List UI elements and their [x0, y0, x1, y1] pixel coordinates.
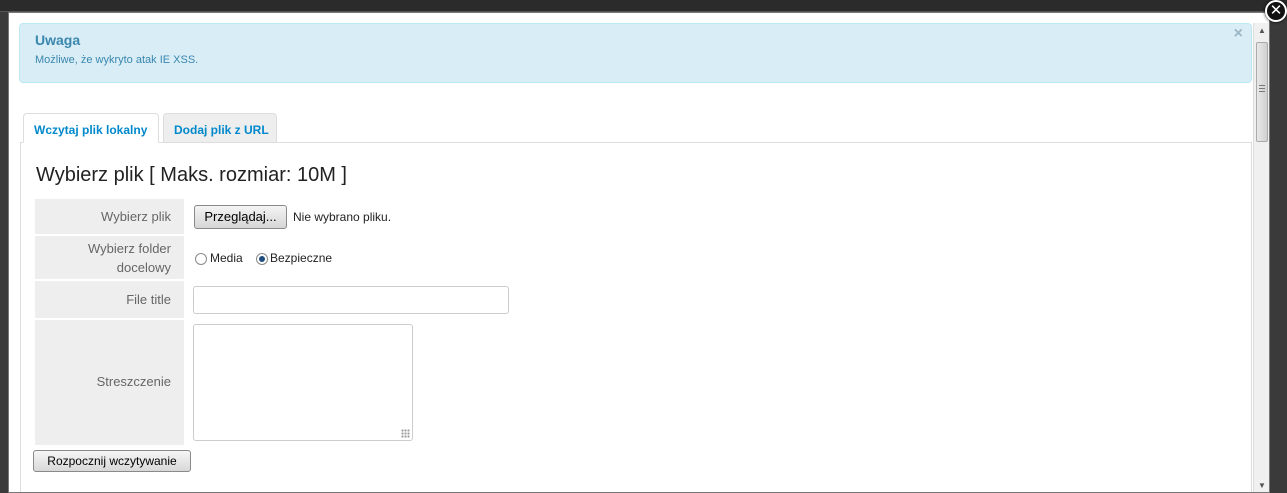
tab-local-file[interactable]: Wczytaj plik lokalny	[23, 113, 159, 143]
file-title-input[interactable]	[193, 286, 509, 314]
upload-dialog: Uwaga Możliwe, że wykryto atak IE XSS. ×…	[8, 12, 1270, 493]
scrollbar-thumb[interactable]	[1256, 42, 1268, 142]
file-label: Wybierz plik	[35, 199, 184, 235]
summary-textarea[interactable]	[193, 324, 413, 441]
folder-label-line1: Wybierz folder	[88, 241, 171, 256]
local-upload-panel: Wybierz plik [ Maks. rozmiar: 10M ] Wybi…	[20, 142, 1252, 492]
vertical-scrollbar[interactable]: ▲ ▼	[1253, 23, 1269, 492]
file-status: Nie wybrano pliku.	[293, 210, 392, 224]
alert-message: Możliwe, że wykryto atak IE XSS.	[35, 54, 199, 66]
resize-grip-icon[interactable]	[401, 429, 410, 438]
radio-media[interactable]	[195, 253, 207, 265]
close-icon[interactable]: ✕	[1265, 0, 1287, 22]
tab-url-file[interactable]: Dodaj plik z URL	[163, 113, 277, 143]
alert-title: Uwaga	[35, 32, 81, 48]
radio-secure-label[interactable]: Bezpieczne	[270, 251, 332, 265]
start-upload-button[interactable]: Rozpocznij wczytywanie	[33, 450, 191, 472]
thumb-grip-icon	[1259, 85, 1265, 92]
panel-title: Wybierz plik [ Maks. rozmiar: 10M ]	[36, 164, 347, 186]
folder-label: Wybierz folder docelowy	[35, 236, 184, 280]
window-top-bar	[0, 0, 1287, 12]
alert-close-icon[interactable]: ×	[1234, 25, 1243, 43]
file-title-label: File title	[35, 281, 184, 319]
summary-label: Streszczenie	[35, 320, 184, 446]
radio-secure[interactable]	[256, 253, 268, 265]
radio-media-label[interactable]: Media	[210, 251, 243, 265]
folder-label-line2: docelowy	[116, 260, 171, 275]
chevron-down-icon[interactable]: ▼	[1254, 479, 1269, 492]
dialog-content: Uwaga Możliwe, że wykryto atak IE XSS. ×…	[9, 13, 1253, 492]
chevron-up-icon[interactable]: ▲	[1254, 24, 1269, 38]
browse-button[interactable]: Przeglądaj...	[194, 205, 287, 229]
xss-warning-alert: Uwaga Możliwe, że wykryto atak IE XSS. ×	[19, 23, 1252, 83]
